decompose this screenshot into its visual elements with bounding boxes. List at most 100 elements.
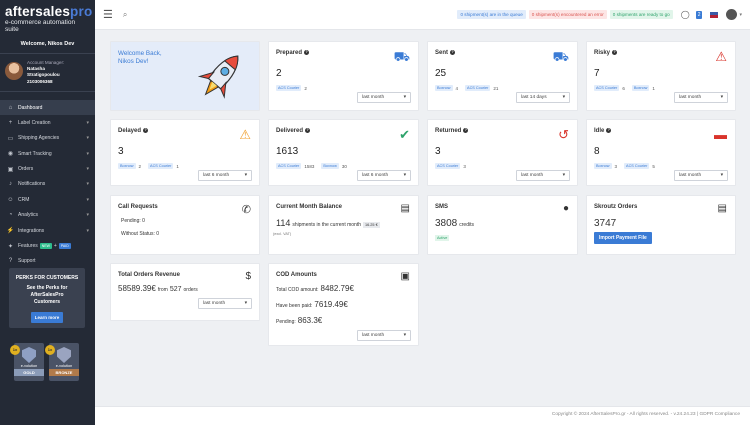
- carrier-count: 1: [652, 85, 655, 91]
- import-payment-file-button[interactable]: Import Payment File: [594, 232, 652, 244]
- topbar: ☰ ⌕ 0 shipment(s) are in the queue 0 shi…: [95, 0, 750, 30]
- card-value: 3: [435, 146, 441, 157]
- card-title: Delayed: [118, 128, 142, 135]
- sidebar-item-notifications[interactable]: ♪ Notifications ▾: [0, 177, 95, 192]
- help-icon[interactable]: ?: [304, 50, 310, 55]
- sms-credits-unit: credits: [459, 222, 474, 228]
- language-flag-icon[interactable]: [710, 11, 719, 18]
- sidebar-item-integrations[interactable]: ⚡ Integrations ▾: [0, 223, 95, 238]
- logo[interactable]: aftersalespro: [5, 4, 92, 19]
- brand: aftersalespro e-commerce automation suit…: [0, 0, 95, 33]
- sidebar-item-label: Support: [18, 258, 36, 265]
- perks-box: PERKS FOR CUSTOMERS See the Perks for Af…: [9, 268, 85, 328]
- carrier-tag: Boxnow: [435, 85, 453, 91]
- card-value: 3: [118, 146, 124, 157]
- revenue-orders-unit: orders: [183, 287, 198, 293]
- sidebar-item-support[interactable]: ? Support: [0, 254, 95, 269]
- sidebar-item-label-creation[interactable]: + Label Creation ▾: [0, 115, 95, 130]
- shield-icon: [22, 347, 36, 363]
- period-select[interactable]: last month ▾: [357, 92, 411, 103]
- truck-icon: ▭: [7, 135, 14, 142]
- chevron-down-icon: ▾: [244, 301, 247, 306]
- help-icon[interactable]: ?: [305, 128, 311, 133]
- users-icon: ☺: [7, 196, 14, 203]
- chevron-down-icon: ▾: [244, 173, 247, 178]
- manager-phone[interactable]: 2103006368: [27, 79, 53, 84]
- invoice-icon: ▤: [400, 203, 410, 214]
- period-select[interactable]: last 6 month ▾: [357, 170, 411, 181]
- card-value: 7: [594, 68, 600, 79]
- delayed-card: Delayed? ⚠ 3 Boxnow 2 ACS Courier 1 last 6 …: [110, 119, 260, 186]
- help-icon[interactable]: ?: [450, 50, 456, 55]
- hamburger-menu-icon[interactable]: ☰: [103, 8, 113, 21]
- welcome-card: Welcome Back, Nikos Dev!: [110, 41, 260, 111]
- balance-card: Current Month Balance ▤ 114 shipments in…: [268, 195, 419, 255]
- sidebar-item-label: Notifications: [18, 181, 46, 188]
- help-icon[interactable]: ?: [143, 128, 149, 133]
- queue-status-pill[interactable]: 0 shipment(s) are in the queue: [457, 10, 526, 19]
- sidebar-item-dashboard[interactable]: ⌂ Dashboard: [0, 99, 95, 116]
- help-icon[interactable]: ?: [463, 128, 469, 133]
- perks-desc-3: Customers: [33, 299, 61, 305]
- chevron-down-icon[interactable]: ▾: [739, 12, 742, 18]
- rocket-icon: [197, 55, 239, 99]
- chat-badge[interactable]: 2: [695, 10, 703, 19]
- revenue-card: Total Orders Revenue $ 58589.39€ from 52…: [110, 263, 260, 321]
- clipboard-check-icon: ✔: [399, 127, 410, 142]
- user-avatar[interactable]: [726, 9, 738, 20]
- help-icon[interactable]: ?: [612, 50, 618, 55]
- cod-pending-value: 863.3€: [297, 316, 323, 325]
- card-title: Total Orders Revenue: [118, 272, 180, 278]
- divider: [0, 90, 95, 92]
- search-icon[interactable]: ⌕: [123, 10, 127, 20]
- sidebar-item-label: Smart Tracking: [18, 150, 52, 157]
- period-select[interactable]: last month ▾: [516, 170, 570, 181]
- balance-value: 114: [276, 218, 291, 228]
- bell-icon: ♪: [9, 181, 12, 188]
- sidebar-item-orders[interactable]: ▣ Orders ▾: [0, 161, 95, 176]
- chevron-down-icon: ▾: [86, 150, 89, 157]
- carrier-tag: ACS Courier: [465, 85, 491, 91]
- vat-note: (excl. VAT): [273, 232, 292, 236]
- chevron-down-icon: ▾: [86, 166, 89, 173]
- error-status-pill[interactable]: 0 shipment(s) encountered an error: [528, 10, 607, 19]
- period-select[interactable]: last 6 month ▾: [198, 170, 252, 181]
- cash-icon: ▣: [400, 271, 410, 282]
- period-select[interactable]: last month ▾: [674, 170, 728, 181]
- plug-icon: ⚡: [6, 228, 15, 235]
- card-title: Returned: [435, 128, 462, 135]
- sidebar-item-label: Integrations: [18, 227, 45, 234]
- sms-credits-value: 3808: [435, 218, 458, 229]
- carrier-count: 6: [622, 85, 625, 91]
- carrier-tag: ACS Courier: [276, 163, 302, 169]
- card-title: Current Month Balance: [276, 204, 343, 210]
- period-select[interactable]: last month ▾: [357, 330, 411, 341]
- chat-bubble-icon[interactable]: ◯: [681, 10, 690, 19]
- pending-count: Pending: 0: [121, 218, 145, 224]
- sidebar-item-features[interactable]: ✦ Features NEW + PAID: [0, 238, 95, 253]
- period-select[interactable]: last month ▾: [198, 298, 252, 309]
- award-multiplier: 1x: [45, 345, 55, 355]
- award-gold: 1x e-volution GOLD: [10, 343, 44, 381]
- card-title: SMS: [435, 204, 449, 210]
- sidebar-item-crm[interactable]: ☺ CRM ▾: [0, 192, 95, 207]
- sidebar-item-smart-tracking[interactable]: ◉ Smart Tracking ▾: [0, 146, 95, 161]
- ready-status-pill[interactable]: 0 shipments are ready to go: [609, 10, 673, 19]
- sidebar-item-label: CRM: [18, 196, 30, 203]
- period-select[interactable]: last month ▾: [674, 92, 728, 103]
- period-select[interactable]: last 14 days ▾: [516, 92, 570, 103]
- sidebar-item-analytics[interactable]: ◔ Analytics ▾: [0, 208, 95, 223]
- perks-desc-1: See the Perks for: [26, 285, 68, 291]
- cod-paid-label: Have been paid:: [276, 303, 313, 309]
- card-title: Prepared: [276, 50, 303, 57]
- chart-icon: ◔: [8, 212, 13, 219]
- learn-more-button[interactable]: Learn more: [30, 312, 64, 323]
- cod-card: COD Amounts ▣ Total COD amount: 8482.79€…: [268, 263, 419, 346]
- sidebar-item-shipping-agencies[interactable]: ▭ Shipping Agencies ▾: [0, 131, 95, 146]
- paid-badge: PAID: [58, 243, 71, 250]
- carrier-tag: ACS Courier: [435, 163, 461, 169]
- balance-text: shipments in the current month: [292, 222, 362, 228]
- carrier-tag: ACS Courier: [594, 85, 620, 91]
- card-value: 25: [435, 68, 447, 79]
- help-icon[interactable]: ?: [606, 128, 612, 133]
